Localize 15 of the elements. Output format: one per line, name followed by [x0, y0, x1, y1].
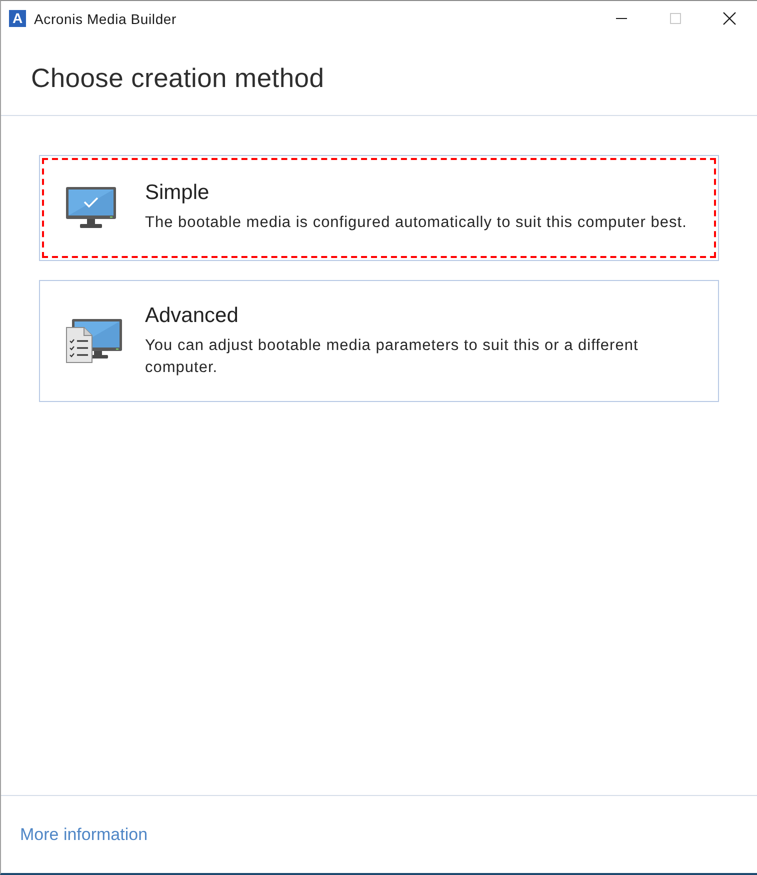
monitor-check-icon — [66, 186, 116, 228]
minimize-icon — [616, 18, 626, 19]
close-icon — [722, 12, 736, 25]
window-title: Acronis Media Builder — [34, 10, 176, 26]
page-heading: Choose creation method — [31, 62, 326, 94]
maximize-icon — [670, 13, 680, 24]
option-card[interactable]: Simple The bootable media is configured automatically to suit this computer best. — [39, 155, 719, 261]
monitor-document-icon — [66, 319, 122, 363]
app-logo-icon: A — [9, 10, 26, 27]
option-title: Simple — [145, 180, 210, 206]
more-information-link[interactable]: More information — [20, 824, 148, 844]
option-title: Advanced — [145, 303, 240, 329]
option-description: You can adjust bootable media parameters to suit this or a different computer. — [145, 336, 640, 378]
option-card[interactable]: Advanced You can adjust bootable media parameters to suit this or a different computer. — [39, 280, 719, 402]
option-description: The bootable media is configured automatically to suit this computer best. — [145, 213, 688, 233]
